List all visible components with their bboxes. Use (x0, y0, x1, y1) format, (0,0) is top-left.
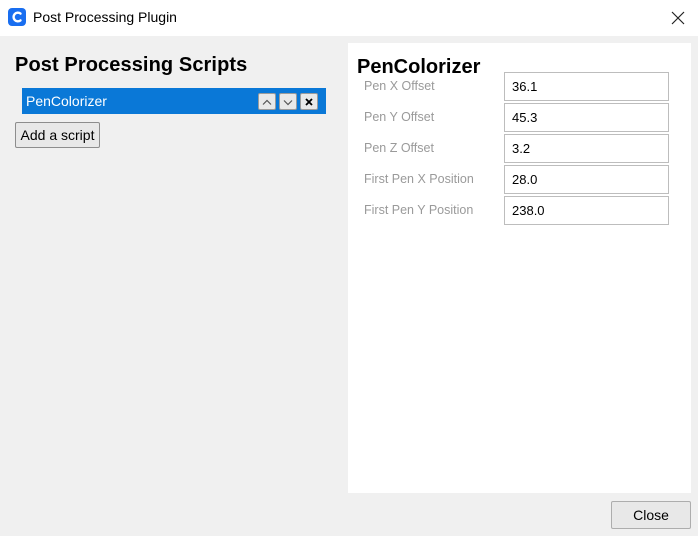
setting-label: First Pen X Position (364, 172, 474, 186)
window-title: Post Processing Plugin (33, 9, 177, 25)
script-item-label: PenColorizer (26, 93, 107, 109)
move-up-icon (262, 94, 272, 109)
setting-label: First Pen Y Position (364, 203, 474, 217)
scripts-pane: Post Processing Scripts PenColorizer Add… (0, 36, 348, 496)
setting-label: Pen Y Offset (364, 110, 435, 124)
setting-label: Pen Z Offset (364, 141, 434, 155)
scripts-heading: Post Processing Scripts (15, 54, 248, 76)
pen-x-offset-input[interactable]: 36.1 (504, 72, 669, 101)
setting-row-pen-y-offset: Pen Y Offset 45.3 (348, 103, 691, 134)
setting-label: Pen X Offset (364, 79, 435, 93)
add-script-button[interactable]: Add a script (15, 122, 100, 148)
title-bar: Post Processing Plugin (0, 0, 698, 36)
pen-z-offset-input[interactable]: 3.2 (504, 134, 669, 163)
move-down-icon (283, 94, 293, 109)
setting-row-pen-z-offset: Pen Z Offset 3.2 (348, 134, 691, 165)
remove-icon (305, 94, 313, 109)
cura-logo-icon (8, 8, 26, 26)
first-pen-x-position-input[interactable]: 28.0 (504, 165, 669, 194)
script-settings-pane: PenColorizer Pen X Offset 36.1 Pen Y Off… (348, 43, 691, 493)
remove-script-button[interactable] (300, 93, 318, 110)
close-icon[interactable] (664, 4, 692, 32)
setting-row-first-pen-x-position: First Pen X Position 28.0 (348, 165, 691, 196)
setting-row-first-pen-y-position: First Pen Y Position 238.0 (348, 196, 691, 227)
pen-y-offset-input[interactable]: 45.3 (504, 103, 669, 132)
first-pen-y-position-input[interactable]: 238.0 (504, 196, 669, 225)
move-up-button[interactable] (258, 93, 276, 110)
setting-row-pen-x-offset: Pen X Offset 36.1 (348, 72, 691, 103)
close-button[interactable]: Close (611, 501, 691, 529)
move-down-button[interactable] (279, 93, 297, 110)
script-list-item[interactable]: PenColorizer (22, 88, 326, 114)
